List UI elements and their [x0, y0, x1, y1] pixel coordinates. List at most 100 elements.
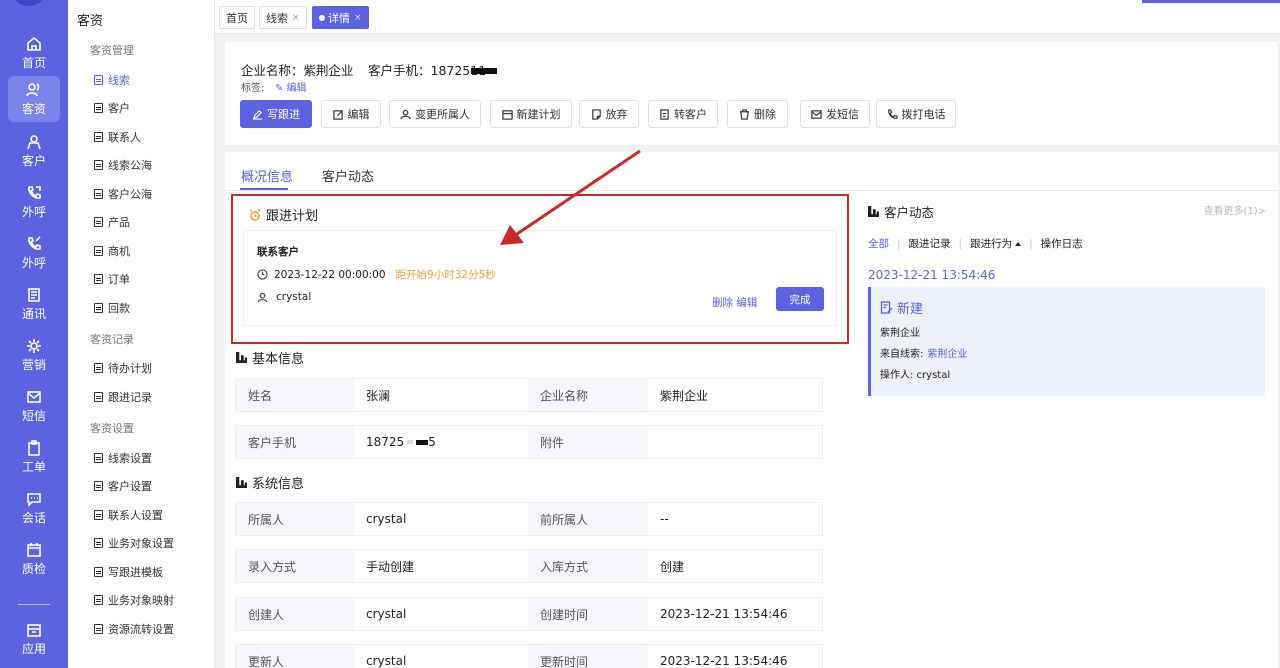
tab-leads[interactable]: 线索 × — [259, 6, 307, 29]
tab-overview[interactable]: 概况信息 — [241, 166, 293, 185]
menu-item-lead-settings[interactable]: 线索设置 — [94, 450, 152, 466]
plan-item-title: 联系客户 — [257, 246, 299, 258]
menu-item-opportunities[interactable]: 商机 — [94, 243, 130, 259]
menu-item-resource-transfer[interactable]: 资源流转设置 — [94, 621, 174, 637]
filter-all[interactable]: 全部 — [868, 236, 889, 251]
menu-item-object-mapping[interactable]: 业务对象映射 — [94, 592, 174, 608]
menu-item-contacts[interactable]: 联系人 — [94, 129, 141, 145]
plan-delete-link[interactable]: 删除 — [712, 297, 733, 309]
send-sms-button[interactable]: 发短信 — [800, 100, 870, 128]
view-more-link[interactable]: 查看更多(1)> — [1203, 202, 1266, 217]
filter-label: 跟进行为 — [970, 238, 1013, 250]
rail-item-contacts[interactable]: 通讯 — [8, 281, 60, 327]
menu-item-label: 业务对象设置 — [108, 537, 174, 550]
field-label: 录入方式 — [236, 550, 354, 582]
menu-item-todo-plans[interactable]: 待办计划 — [94, 360, 152, 376]
filter-followup-records[interactable]: 跟进记录 — [909, 236, 951, 251]
trash-icon — [739, 108, 750, 120]
detail-card: 概况信息 客户动态 跟进计划 联系客户 2023-12-22 00:00:00 … — [225, 152, 1278, 668]
tab-detail[interactable]: 详情 × — [312, 6, 369, 29]
menu-item-contact-settings[interactable]: 联系人设置 — [94, 507, 163, 523]
new-plan-button[interactable]: 新建计划 — [490, 100, 572, 128]
rail-item-marketing[interactable]: 营销 — [8, 332, 60, 378]
filter-operation-log[interactable]: 操作日志 — [1041, 236, 1083, 251]
plan-complete-button[interactable]: 完成 — [776, 287, 824, 311]
document-icon — [94, 160, 103, 170]
menu-item-orders[interactable]: 订单 — [94, 271, 130, 287]
tab-label: 线索 — [266, 11, 288, 25]
tabbar-accent — [1142, 0, 1280, 3]
rail-item-leads[interactable]: 客资 — [8, 76, 60, 122]
rail-label: 应用 — [21, 641, 46, 656]
activity-operator: 操作人: crystal — [880, 370, 951, 381]
caret-up-icon — [1015, 242, 1022, 246]
edit-button[interactable]: 编辑 — [321, 100, 381, 128]
home-icon — [27, 36, 41, 51]
call-button[interactable]: 拨打电话 — [876, 100, 956, 128]
document-icon — [94, 595, 103, 605]
menu-group-label: 客资设置 — [90, 422, 134, 435]
menu-item-followup-template[interactable]: 写跟进模板 — [94, 564, 163, 580]
menu-item-label: 联系人设置 — [108, 509, 163, 522]
tab-home[interactable]: 首页 — [219, 6, 255, 29]
field-value: -- — [648, 503, 822, 535]
document-icon — [94, 363, 103, 373]
menu-item-label: 客户公海 — [108, 188, 152, 201]
delete-button[interactable]: 删除 — [727, 100, 788, 128]
plan-edit-link[interactable]: 编辑 — [736, 297, 757, 309]
menu-item-customer-pool[interactable]: 客户公海 — [94, 186, 152, 202]
menu-item-label: 待办计划 — [108, 362, 152, 375]
convert-customer-button[interactable]: 转客户 — [648, 100, 718, 128]
tab-customer-activity[interactable]: 客户动态 — [322, 166, 374, 185]
menu-item-followup-records[interactable]: 跟进记录 — [94, 389, 152, 405]
rail-item-home[interactable]: 首页 — [8, 30, 60, 76]
document-icon — [94, 510, 103, 520]
field-label: 客户手机 — [236, 426, 354, 458]
rail-item-call[interactable]: 外呼 — [8, 230, 60, 276]
menu-item-label: 写跟进模板 — [108, 566, 163, 579]
rail-item-apps[interactable]: 应用 — [8, 616, 60, 662]
phone-out-icon — [28, 185, 41, 199]
rail-item-outbound[interactable]: 外呼 — [8, 179, 60, 225]
menu-item-products[interactable]: 产品 — [94, 214, 130, 230]
source-link[interactable]: 紫荆企业 — [927, 349, 967, 360]
tag-edit-link[interactable]: ✎ 编辑 — [275, 79, 307, 94]
rail-item-qc[interactable]: 质检 — [8, 536, 60, 582]
filter-followup-behavior[interactable]: 跟进行为 — [970, 236, 1022, 251]
menu-item-customer-settings[interactable]: 客户设置 — [94, 478, 152, 494]
field-label: 前所属人 — [528, 503, 648, 535]
menu-item-label: 资源流转设置 — [108, 623, 174, 636]
chart-icon — [236, 477, 247, 488]
marketing-icon — [27, 338, 41, 353]
write-followup-button[interactable]: 写跟进 — [240, 100, 312, 128]
rail-label: 营销 — [21, 357, 46, 372]
menu-item-customers[interactable]: 客户 — [94, 100, 130, 116]
change-owner-button[interactable]: 变更所属人 — [389, 100, 481, 128]
rail-item-sms[interactable]: 短信 — [8, 383, 60, 429]
table-row: 更新人 crystal 更新时间 2023-12-21 13:54:46 — [235, 644, 823, 668]
menu-item-lead-pool[interactable]: 线索公海 — [94, 157, 152, 173]
tag-label: 标签: — [241, 83, 265, 94]
rail-item-ticket[interactable]: 工单 — [8, 434, 60, 480]
rail-label: 外呼 — [21, 204, 46, 219]
field-value: 创建 — [648, 550, 822, 582]
plan-user: crystal — [276, 291, 312, 303]
rail-item-chat[interactable]: 会话 — [8, 485, 60, 531]
button-label: 放弃 — [605, 108, 628, 121]
rail-divider — [18, 604, 50, 605]
menu-item-payments[interactable]: 回款 — [94, 300, 130, 316]
field-label: 创建人 — [236, 598, 354, 630]
tag-edit-label: 编辑 — [286, 83, 307, 94]
basic-info-title: 基本信息 — [236, 348, 304, 367]
followup-plan-title: 跟进计划 — [249, 205, 318, 224]
close-icon[interactable]: × — [292, 13, 300, 23]
activity-filters: 全部 | 跟进记录 | 跟进行为 | 操作日志 — [868, 236, 1083, 251]
pen-icon — [252, 109, 263, 120]
menu-item-leads[interactable]: 线索 — [94, 72, 130, 88]
abandon-button[interactable]: 放弃 — [579, 100, 639, 128]
menu-item-object-settings[interactable]: 业务对象设置 — [94, 535, 174, 551]
close-icon[interactable]: × — [354, 13, 362, 23]
table-row: 姓名 张澜 企业名称 紫荆企业 — [235, 378, 823, 412]
rail-item-customer[interactable]: 客户 — [8, 128, 60, 174]
menu-item-label: 客户设置 — [108, 480, 152, 493]
